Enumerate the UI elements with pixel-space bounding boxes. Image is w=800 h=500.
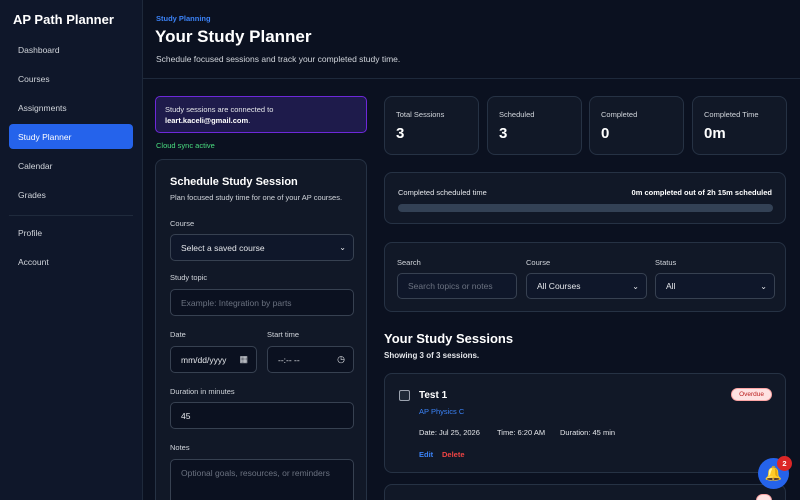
stat-card-completed: Completed 0 [589,96,684,155]
chevron-down-icon: ⌄ [632,282,639,291]
sync-notice: Study sessions are connected to leart.ka… [155,96,367,133]
stat-card-total-sessions: Total Sessions 3 [384,96,479,155]
page-eyebrow: Study Planning [156,14,211,23]
stat-value: 0m [704,125,726,142]
session-title: Test 1 [419,390,448,401]
course-filter-select[interactable]: All Courses ⌄ [526,273,647,299]
page-header: Study Planning Your Study Planner Schedu… [143,0,800,79]
course-filter-value: All Courses [537,281,581,291]
sidebar-item-study-planner[interactable]: Study Planner [9,124,133,149]
status-filter-label: Status [655,258,677,267]
sidebar: AP Path Planner Dashboard Courses Assign… [0,0,143,500]
course-label: Course [170,219,195,228]
progress-summary: 0m completed out of 2h 15m scheduled [631,188,772,197]
sidebar-divider [9,215,133,216]
sidebar-item-grades[interactable]: Grades [9,182,133,207]
start-time-placeholder: --:-- -- [278,354,300,365]
stat-value: 3 [499,125,508,142]
sidebar-item-dashboard[interactable]: Dashboard [9,37,133,62]
course-filter-label: Course [526,258,551,267]
sync-email: leart.kaceli@gmail.com [165,116,249,125]
session-duration: Duration: 45 min [560,428,616,437]
sync-notice-text: Study sessions are connected to [165,105,274,114]
stat-value: 3 [396,125,405,142]
sidebar-item-calendar[interactable]: Calendar [9,153,133,178]
sessions-title: Your Study Sessions [384,331,514,346]
progress-bar [398,204,773,212]
sidebar-item-courses[interactable]: Courses [9,66,133,91]
date-placeholder: mm/dd/yyyy [181,354,227,365]
page-subtitle: Schedule focused sessions and track your… [156,54,401,64]
edit-session-button[interactable]: Edit [419,450,433,459]
course-select[interactable]: Select a saved course ⌄ [170,234,354,261]
sidebar-item-assignments[interactable]: Assignments [9,95,133,120]
session-date: Date: Jul 25, 2026 [419,428,480,437]
delete-session-button[interactable]: Delete [442,450,465,459]
notes-label: Notes [170,443,190,452]
duration-value: 45 [181,410,191,421]
status-filter-select[interactable]: All ⌄ [655,273,775,299]
stat-label: Total Sessions [396,110,445,119]
notification-count-badge: 2 [777,456,792,471]
duration-label: Duration in minutes [170,387,235,396]
session-course: AP Physics C [419,407,465,416]
stat-value: 0 [601,125,610,142]
sync-period: . [248,116,251,125]
chevron-down-icon: ⌄ [339,243,346,252]
topic-input[interactable]: Example: Integration by parts [170,289,354,316]
search-input[interactable]: Search topics or notes [397,273,517,299]
stat-label: Scheduled [499,110,535,119]
date-input[interactable]: mm/dd/yyyy ▦ [170,346,257,373]
stat-label: Completed [601,110,638,119]
course-select-value: Select a saved course [181,242,265,253]
clock-icon[interactable]: ◷ [337,354,345,365]
date-label: Date [170,330,186,339]
sessions-count: Showing 3 of 3 sessions. [384,351,480,360]
chevron-down-icon: ⌄ [760,282,767,291]
sidebar-item-profile[interactable]: Profile [9,220,133,245]
notes-placeholder: Optional goals, resources, or reminders [181,468,330,478]
filter-card: Search Search topics or notes Course All… [384,242,786,312]
stat-label: Completed Time [704,110,759,119]
app-brand: AP Path Planner [13,12,114,27]
progress-label: Completed scheduled time [398,188,487,197]
calendar-icon[interactable]: ▦ [239,354,248,365]
start-time-label: Start time [267,330,300,339]
page-title: Your Study Planner [155,27,312,46]
form-title: Schedule Study Session [170,176,298,188]
topic-placeholder: Example: Integration by parts [181,297,292,308]
notes-textarea[interactable]: Optional goals, resources, or reminders [170,459,354,500]
form-description: Plan focused study time for one of your … [170,193,343,202]
status-badge [756,494,772,500]
stat-card-completed-time: Completed Time 0m [692,96,787,155]
search-label: Search [397,258,421,267]
search-placeholder: Search topics or notes [408,281,493,291]
sync-status: Cloud sync active [156,141,215,150]
session-card: Test 1 Overdue AP Physics C Date: Jul 25… [384,373,786,473]
session-time: Time: 6:20 AM [497,428,546,437]
session-complete-checkbox[interactable] [399,390,410,401]
schedule-form-card: Schedule Study Session Plan focused stud… [155,159,367,500]
duration-input[interactable]: 45 [170,402,354,429]
stat-card-scheduled: Scheduled 3 [487,96,582,155]
status-badge: Overdue [731,388,772,401]
sidebar-item-account[interactable]: Account [9,249,133,274]
session-card [384,484,786,500]
progress-card: Completed scheduled time 0m completed ou… [384,172,786,224]
status-filter-value: All [666,281,676,291]
topic-label: Study topic [170,273,208,282]
start-time-input[interactable]: --:-- -- ◷ [267,346,354,373]
